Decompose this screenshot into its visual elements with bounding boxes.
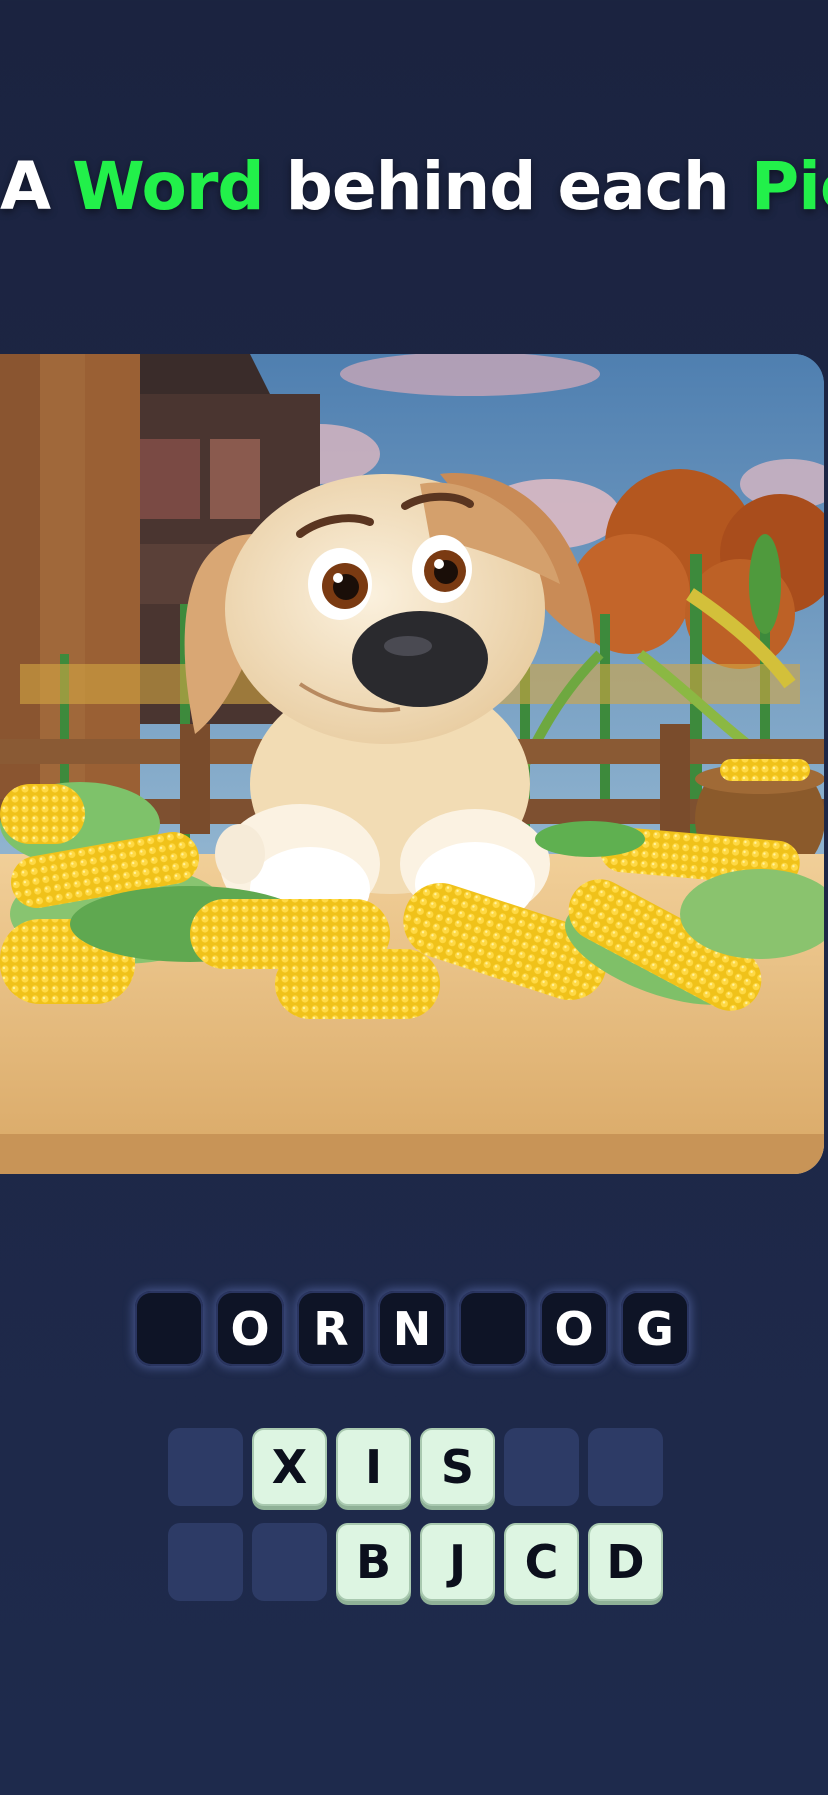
letter-tile[interactable]: C — [504, 1523, 579, 1601]
answer-slot[interactable] — [459, 1291, 527, 1366]
letter-tile[interactable]: I — [336, 1428, 411, 1506]
dog-with-corn-image — [0, 354, 824, 1174]
empty-letter-tile — [588, 1428, 663, 1506]
empty-letter-tile — [168, 1428, 243, 1506]
title-word-highlight: Word — [72, 148, 265, 225]
title-pic-highlight: Pic — [750, 148, 828, 225]
letter-bank: X I S B J C D — [168, 1428, 663, 1601]
title-part-behind: behind each — [263, 148, 751, 225]
answer-slot[interactable]: G — [621, 1291, 689, 1366]
answer-slot[interactable]: N — [378, 1291, 446, 1366]
empty-letter-tile — [504, 1428, 579, 1506]
answer-slots: O R N O G — [135, 1291, 689, 1366]
empty-letter-tile — [252, 1523, 327, 1601]
answer-slot[interactable] — [135, 1291, 203, 1366]
answer-slot[interactable]: O — [216, 1291, 284, 1366]
letter-tile[interactable]: B — [336, 1523, 411, 1601]
puzzle-picture — [0, 354, 824, 1174]
title-part-a: A — [0, 148, 73, 225]
answer-slot[interactable]: O — [540, 1291, 608, 1366]
game-title: A Word behind each Pic — [0, 148, 828, 225]
letter-tile[interactable]: X — [252, 1428, 327, 1506]
answer-slot[interactable]: R — [297, 1291, 365, 1366]
letter-tile[interactable]: S — [420, 1428, 495, 1506]
letter-tile[interactable]: D — [588, 1523, 663, 1601]
empty-letter-tile — [168, 1523, 243, 1601]
letter-tile[interactable]: J — [420, 1523, 495, 1601]
